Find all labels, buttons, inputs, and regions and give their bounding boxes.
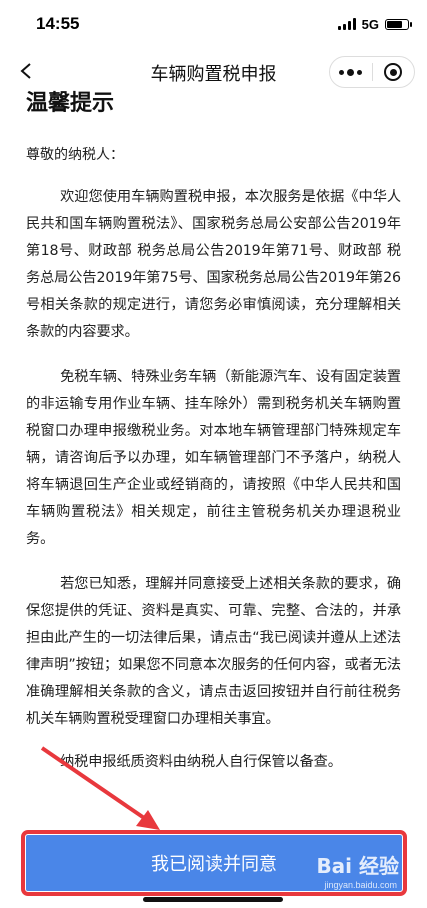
more-dots-icon (339, 68, 363, 76)
battery-icon (385, 18, 412, 30)
nav-bar: 车辆购置税申报 (0, 50, 427, 94)
more-button[interactable] (330, 57, 372, 87)
home-indicator (143, 897, 283, 902)
notice-paragraph: 免税车辆、特殊业务车辆（新能源汽车、设有固定装置的非运输专用作业车辆、挂车除外）… (26, 369, 401, 547)
notice-greeting: 尊敬的纳税人： (26, 147, 124, 163)
close-button[interactable] (373, 57, 415, 87)
notice-paragraph: 纳税申报纸质资料由纳税人自行保管以备查。 (60, 754, 342, 770)
notice-paragraph: 若您已知悉，理解并同意接受上述相关条款的要求，确保您提供的凭证、资料是真实、可靠… (26, 576, 401, 727)
notice-content: 温馨提示 尊敬的纳税人： 欢迎您使用车辆购置税申报，本次服务是依据《中华人民共和… (26, 91, 401, 776)
notice-heading: 温馨提示 (26, 91, 115, 116)
mini-program-capsule (329, 56, 415, 88)
status-time: 14:55 (36, 14, 80, 33)
signal-bars-icon (337, 18, 356, 30)
notice-paragraph: 欢迎您使用车辆购置税申报，本次服务是依据《中华人民共和国车辆购置税法》、国家税务… (26, 189, 401, 340)
target-circle-icon (384, 63, 403, 81)
status-bar: 14:55 5G (0, 0, 427, 50)
agree-button[interactable]: 我已阅读并同意 (21, 830, 407, 896)
status-indicators: 5G (337, 16, 412, 32)
network-type: 5G (361, 16, 379, 32)
